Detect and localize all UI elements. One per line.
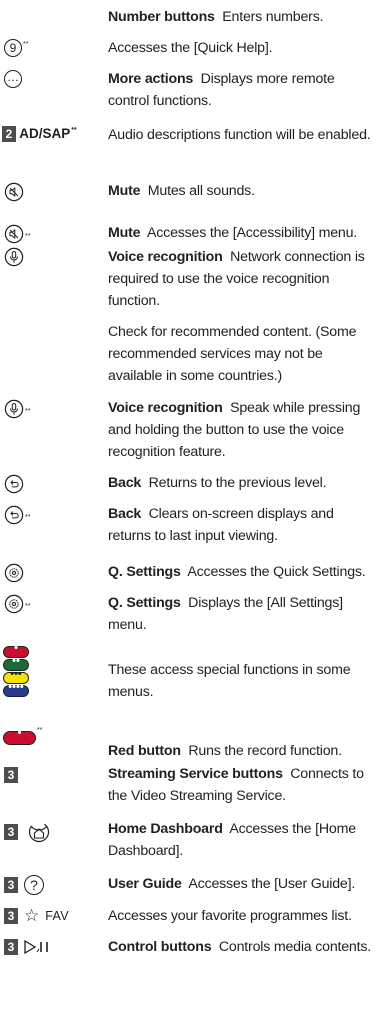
row-title: Back — [108, 475, 142, 491]
row-text: Clears on-screen displays and returns to… — [108, 506, 334, 544]
gear-icon — [4, 563, 24, 588]
user-guide-group: 3 ? — [4, 875, 44, 895]
row-text: Accesses the [Quick Help]. — [108, 40, 273, 56]
back-icon — [4, 474, 24, 499]
row-title: Q. Settings — [108, 564, 181, 580]
microphone-icon — [4, 247, 24, 272]
back-icon: ** — [4, 505, 30, 530]
row-title: User Guide — [108, 876, 182, 892]
row-text: These access special functions in some m… — [108, 662, 351, 700]
row-title: Q. Settings — [108, 595, 181, 611]
row-title: Control buttons — [108, 939, 212, 955]
row-title: Number buttons — [108, 9, 215, 25]
row-text: Enters numbers. — [222, 9, 324, 25]
row-text: Controls media contents. — [218, 939, 372, 955]
row-text: Mutes all sounds. — [147, 183, 255, 199]
row-title: Streaming Service buttons — [108, 766, 283, 782]
row-title: Red button — [108, 743, 181, 759]
color-buttons-group: • •• ••• •••• — [3, 642, 29, 697]
row-title: Mute — [108, 225, 141, 241]
red-button-icon: • ** — [3, 727, 42, 745]
row-text: Runs the record function. — [188, 743, 342, 759]
row-text: Check for recommended content. (Some rec… — [108, 324, 357, 384]
row-text: Accesses the [User Guide]. — [188, 876, 356, 892]
help-icon: ? — [24, 875, 44, 895]
ad-sap-button-label: 2 AD/SAP** — [2, 126, 77, 143]
badge-3: 3 — [4, 766, 18, 784]
row-title: Home Dashboard — [108, 821, 223, 837]
row-title: More actions — [108, 71, 194, 87]
row-text: Accesses the Quick Settings. — [187, 564, 366, 580]
home-icon — [28, 821, 50, 843]
row-title: Back — [108, 506, 142, 522]
star-icon: ☆ — [24, 906, 40, 925]
more-actions-icon: … — [4, 70, 22, 88]
favorites-group: 3 ☆ FAV — [4, 906, 69, 925]
play-pause-icon — [24, 939, 48, 955]
row-text: Accesses the [Accessibility] menu. — [147, 225, 358, 241]
row-title: Mute — [108, 183, 141, 199]
row-title: Voice recognition — [108, 249, 223, 265]
control-buttons-group: 3 — [4, 939, 52, 955]
mute-icon: ** — [4, 224, 30, 249]
row-text: Accesses your favorite programmes list. — [108, 908, 352, 924]
number-9-button-icon: 9 ** — [4, 39, 28, 57]
blue-button-icon: •••• — [3, 681, 29, 697]
microphone-icon: ** — [4, 399, 30, 424]
row-text: Audio descriptions function will be enab… — [108, 127, 371, 143]
row-text: Returns to the previous level. — [148, 475, 327, 491]
home-dashboard-group: 3 — [4, 821, 52, 843]
gear-icon: ** — [4, 594, 30, 619]
mute-icon — [4, 182, 24, 207]
row-title: Voice recognition — [108, 400, 223, 416]
